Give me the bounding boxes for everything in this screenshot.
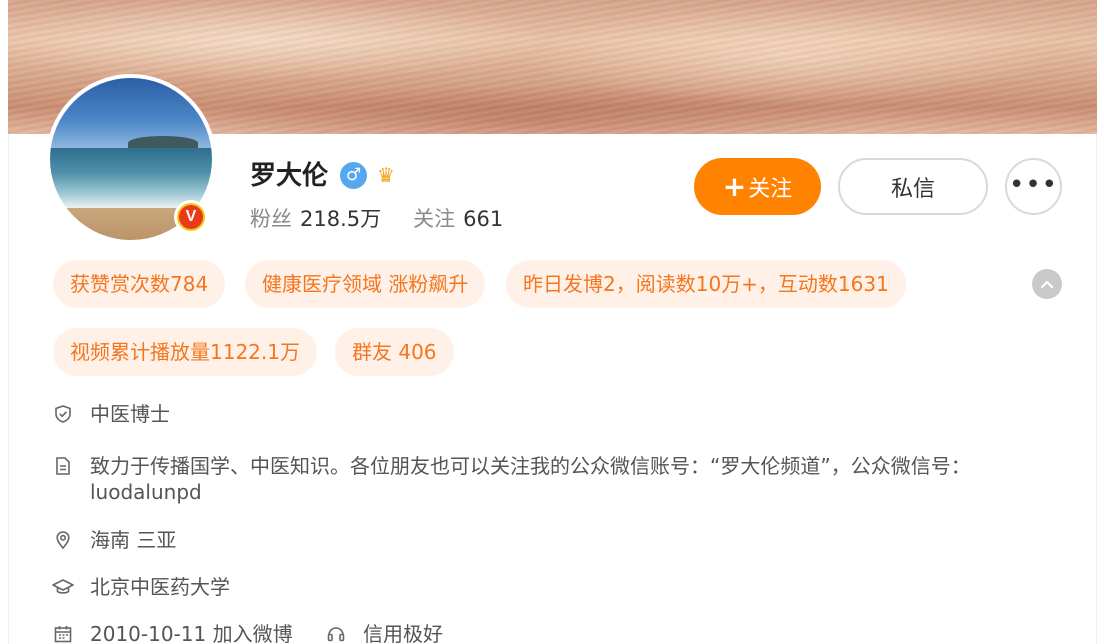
follow-label: 关注 <box>748 176 793 202</box>
fans-stat[interactable]: 粉丝 218.5万 <box>250 207 381 231</box>
info-title: 中医博士 <box>90 402 170 426</box>
profile-name: 罗大伦 <box>250 161 329 191</box>
credit-icon <box>325 623 347 644</box>
info-joined: 2010-10-11 加入微博 <box>90 622 293 644</box>
verified-badge-icon: V <box>174 200 208 234</box>
fans-count: 218.5万 <box>300 207 382 231</box>
calendar-icon <box>52 623 74 644</box>
message-button[interactable]: 私信 <box>838 158 988 215</box>
document-icon <box>52 455 74 477</box>
info-title-row: 中医博士 <box>52 401 170 427</box>
info-bio: 致力于传播国学、中医知识。各位朋友也可以关注我的公众微信账号：“罗大伦频道”，公… <box>90 454 971 504</box>
tag-reward-count[interactable]: 获赞赏次数784 <box>53 260 226 308</box>
tag-group-friends[interactable]: 群友 406 <box>335 328 454 376</box>
info-location-row: 海南 三亚 <box>52 527 176 553</box>
info-bio-row: 致力于传播国学、中医知识。各位朋友也可以关注我的公众微信账号：“罗大伦频道”，公… <box>52 453 971 505</box>
tag-video-plays[interactable]: 视频累计播放量1122.1万 <box>53 328 317 376</box>
info-credit-row[interactable]: 信用极好 <box>325 621 443 644</box>
following-label: 关注 <box>413 207 456 231</box>
location-pin-icon <box>52 529 74 551</box>
tag-yesterday-posts[interactable]: 昨日发博2，阅读数10万+，互动数1631 <box>506 260 906 308</box>
avatar-sea <box>50 148 212 208</box>
info-joined-row: 2010-10-11 加入微博 <box>52 621 293 644</box>
more-options-button[interactable]: ••• <box>1005 158 1062 215</box>
tag-health-field[interactable]: 健康医疗领域 涨粉飙升 <box>245 260 486 308</box>
info-credit: 信用极好 <box>363 622 443 644</box>
info-school-row: 北京中医药大学 <box>52 574 230 600</box>
graduation-cap-icon <box>52 576 74 598</box>
vip-crown-icon[interactable]: ♛ <box>373 163 399 187</box>
male-gender-icon: ♂ <box>340 162 367 189</box>
follow-button[interactable]: + 关注 <box>694 158 821 215</box>
info-school[interactable]: 北京中医药大学 <box>90 574 230 600</box>
fans-label: 粉丝 <box>250 207 292 231</box>
info-location: 海南 三亚 <box>90 528 177 552</box>
following-stat[interactable]: 关注 661 <box>413 207 503 231</box>
profile-stats: 粉丝 218.5万 关注 661 <box>250 203 503 235</box>
following-count: 661 <box>463 207 504 231</box>
chevron-up-icon[interactable] <box>1032 269 1062 299</box>
shield-icon <box>52 403 74 425</box>
plus-icon: + <box>722 169 747 203</box>
